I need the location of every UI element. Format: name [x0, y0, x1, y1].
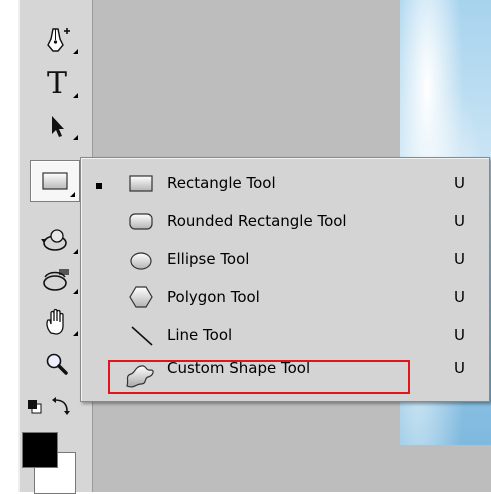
3d-orbit-tool-button[interactable]	[32, 262, 82, 298]
menu-item-label: Line Tool	[167, 326, 233, 344]
default-colors-button[interactable]	[26, 398, 46, 416]
menu-item-label: Rectangle Tool	[167, 174, 276, 192]
zoom-tool-icon	[46, 353, 68, 375]
menu-item-shortcut: U	[454, 174, 465, 192]
tool-flyout-indicator	[70, 192, 75, 197]
menu-item-line-tool[interactable]: Line Tool U	[81, 316, 489, 352]
ellipse-icon	[128, 247, 154, 271]
menu-item-label: Rounded Rectangle Tool	[167, 212, 347, 230]
menu-item-shortcut: U	[454, 326, 465, 344]
menu-item-shortcut: U	[454, 212, 465, 230]
line-icon	[128, 323, 154, 347]
tools-panel-edge	[18, 0, 20, 492]
menu-item-rounded-rectangle-tool[interactable]: Rounded Rectangle Tool U	[81, 202, 489, 238]
canvas-gray-bottom	[400, 445, 491, 492]
pen-tool-button[interactable]	[32, 22, 82, 58]
3d-rotate-tool-button[interactable]	[32, 222, 82, 258]
tool-flyout-indicator	[73, 289, 78, 294]
menu-item-label: Polygon Tool	[167, 288, 260, 306]
path-selection-tool-button[interactable]	[32, 108, 82, 144]
type-tool-icon: T	[46, 66, 67, 101]
3d-orbit-tool-icon	[43, 269, 69, 291]
zoom-tool-button[interactable]	[32, 346, 82, 382]
rectangle-icon	[128, 171, 154, 195]
menu-item-ellipse-tool[interactable]: Ellipse Tool U	[81, 240, 489, 276]
swap-colors-button[interactable]	[50, 396, 72, 418]
path-selection-tool-icon	[52, 116, 64, 137]
menu-item-polygon-tool[interactable]: Polygon Tool U	[81, 278, 489, 314]
menu-item-shortcut: U	[454, 359, 465, 377]
foreground-color-swatch[interactable]	[22, 432, 58, 468]
type-tool-button[interactable]: T	[32, 66, 82, 102]
hand-tool-button[interactable]	[32, 304, 82, 340]
swap-colors-icon	[52, 397, 70, 415]
tool-flyout-indicator	[73, 135, 78, 140]
menu-item-shortcut: U	[454, 288, 465, 306]
menu-item-label: Ellipse Tool	[167, 250, 250, 268]
tool-flyout-indicator	[73, 331, 78, 336]
highlight-annotation-box	[108, 360, 410, 394]
tool-flyout-indicator	[73, 49, 78, 54]
rectangle-tool-icon	[42, 172, 68, 190]
default-colors-icon	[28, 400, 42, 414]
3d-rotate-tool-icon	[41, 229, 67, 251]
tool-flyout-indicator	[73, 93, 78, 98]
hand-tool-icon	[46, 308, 64, 335]
tool-flyout-indicator	[73, 249, 78, 254]
active-tool-indicator	[96, 183, 102, 189]
pen-tool-icon	[47, 28, 70, 52]
rounded-rectangle-icon	[128, 209, 154, 233]
polygon-icon	[128, 285, 154, 309]
menu-item-rectangle-tool[interactable]: Rectangle Tool U	[81, 164, 489, 200]
menu-item-shortcut: U	[454, 250, 465, 268]
rectangle-tool-button[interactable]	[30, 160, 80, 202]
